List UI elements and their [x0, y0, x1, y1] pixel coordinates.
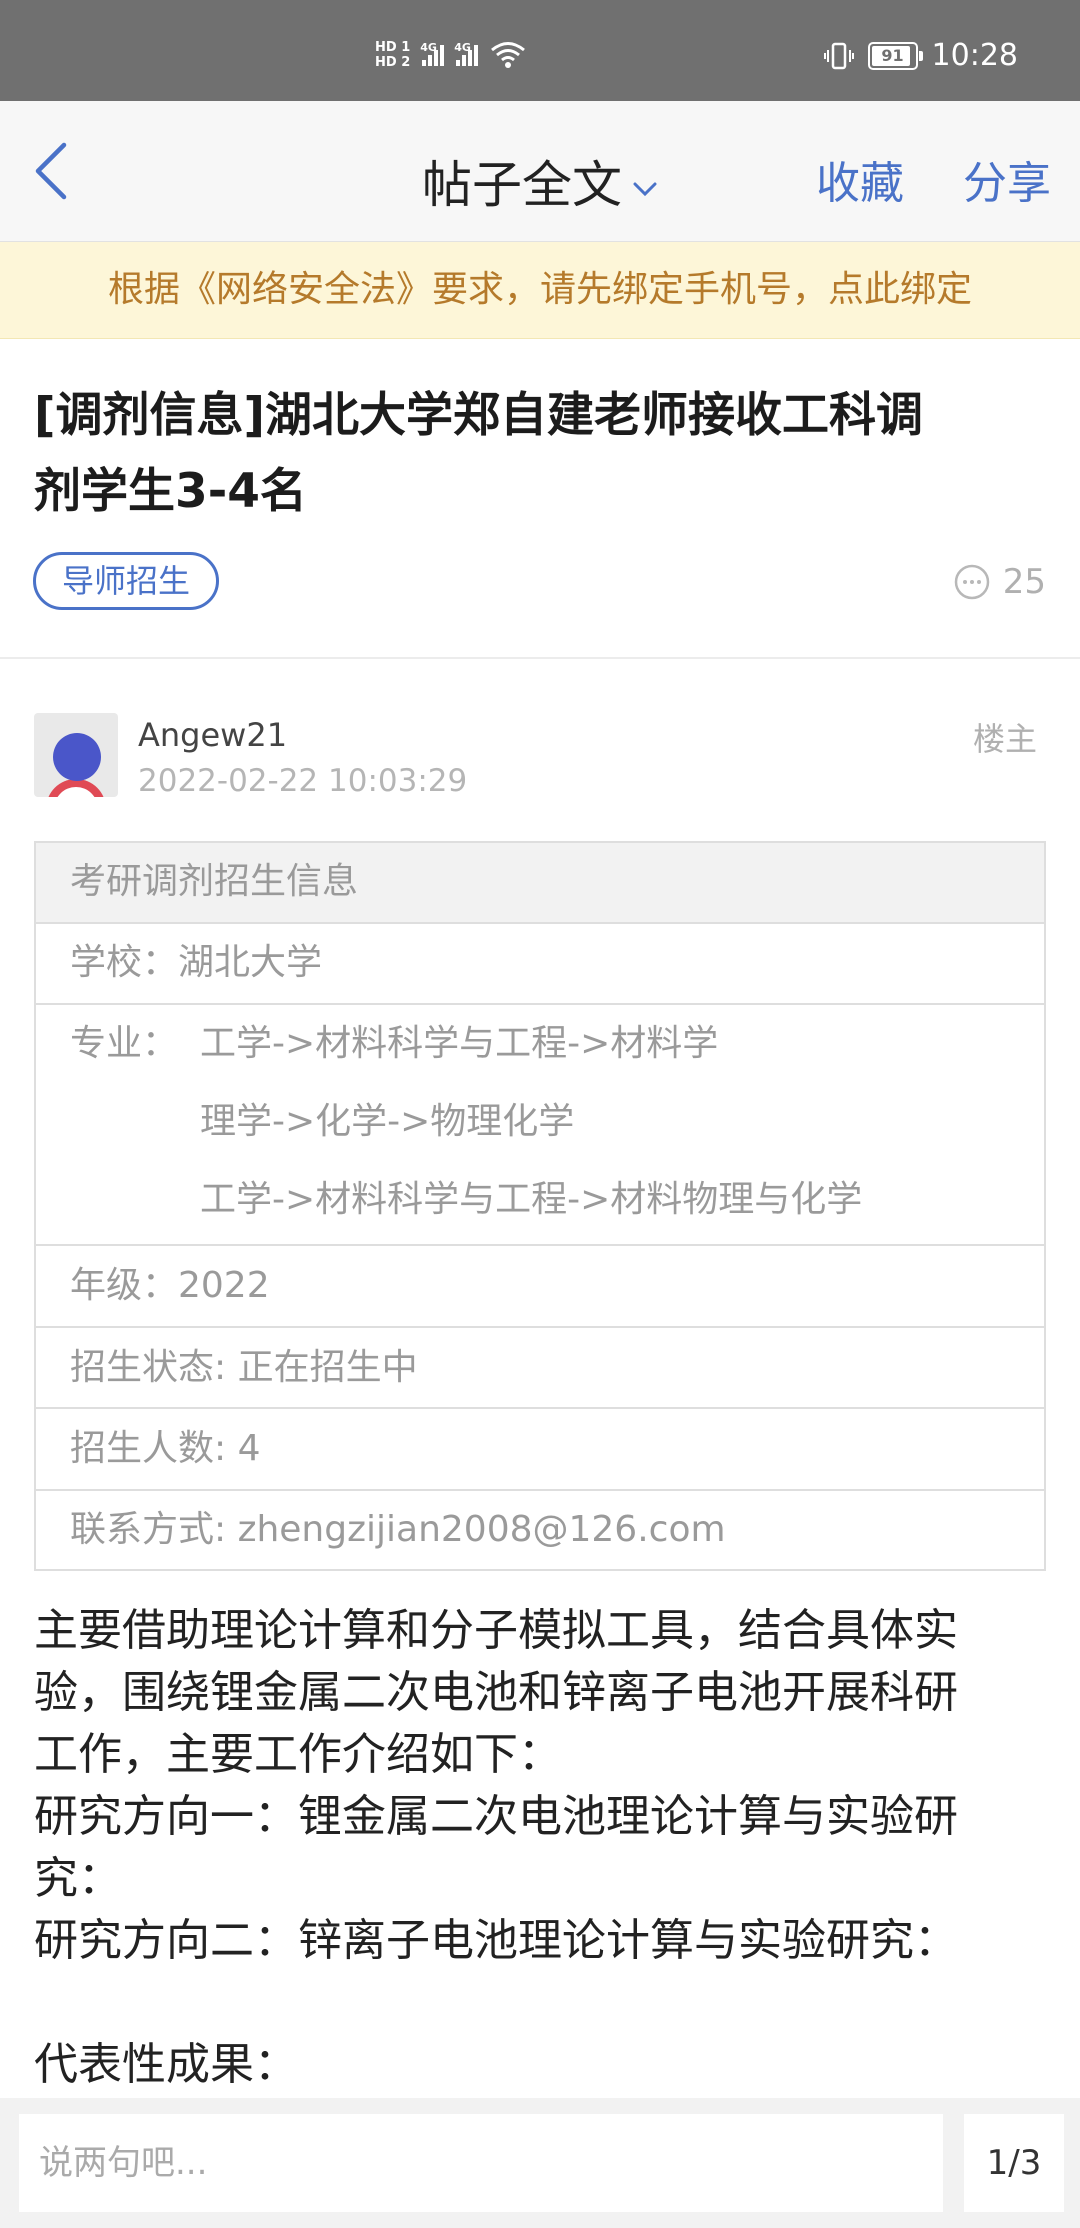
- hd-indicator: HD 1 HD 2: [375, 40, 410, 70]
- table-row-school: 学校：湖北大学: [36, 924, 1044, 1005]
- post-title: [调剂信息]湖北大学郑自建老师接收工科调 剂学生3-4名: [34, 378, 1044, 530]
- recruitment-info-table: 考研调剂招生信息 学校：湖北大学 专业： 工学->材料科学与工程->材料学 理学…: [34, 841, 1046, 1571]
- post-title-line-2: 剂学生3-4名: [34, 464, 307, 519]
- post-title-line-1: [调剂信息]湖北大学郑自建老师接收工科调: [34, 388, 923, 443]
- body-line-6: 研究方向二：锌离子电池理论计算与实验研究：: [34, 1915, 958, 1966]
- page-title-dropdown[interactable]: 帖子全文: [0, 145, 1080, 217]
- major-item-1: 工学->材料科学与工程->材料学: [200, 1023, 719, 1064]
- body-line-1: 主要借助理论计算和分子模拟工具，结合具体实: [34, 1605, 958, 1656]
- comment-icon: [954, 564, 989, 600]
- category-tag[interactable]: 导师招生: [33, 552, 219, 610]
- hd2-label: HD 2: [375, 55, 411, 70]
- network-type-2: 4G: [454, 40, 471, 54]
- school-text: 学校：湖北大学: [70, 942, 323, 983]
- table-row-contact: 联系方式: zhengzijian2008@126.com: [36, 1491, 1044, 1569]
- body-line-7: [34, 1972, 1049, 2034]
- network-type-1: 4G: [420, 40, 437, 54]
- clock: 10:28: [931, 38, 1018, 73]
- comment-input[interactable]: 说两句吧...: [19, 2114, 943, 2212]
- table-header: 考研调剂招生信息: [70, 861, 359, 902]
- comment-count: 25: [1002, 562, 1046, 602]
- status-bar: HD 1 HD 2 4G 4G 91 10:28: [0, 0, 1080, 101]
- favorite-button[interactable]: 收藏: [816, 147, 904, 211]
- major-item-2: 理学->化学->物理化学: [200, 1101, 575, 1142]
- vibrate-icon: [823, 42, 854, 69]
- battery-level: 91: [881, 46, 904, 65]
- body-line-2: 验，围绕锂金属二次电池和锌离子电池开展科研: [34, 1667, 958, 1718]
- hd1-label: HD 1: [375, 40, 411, 55]
- divider: [0, 657, 1080, 659]
- avatar-image: [48, 733, 104, 797]
- count-text: 招生人数: 4: [70, 1428, 261, 1469]
- signal-icon: 4G: [420, 41, 445, 66]
- table-row-major: 专业： 工学->材料科学与工程->材料学 理学->化学->物理化学 工学->材料…: [36, 1005, 1044, 1246]
- body-line-4: 研究方向一：锂金属二次电池理论计算与实验研: [34, 1791, 958, 1842]
- comment-count-group[interactable]: 25: [953, 562, 1046, 602]
- post-time: 2022-02-22 10:03:29: [138, 763, 468, 799]
- contact-text: 联系方式: zhengzijian2008@126.com: [70, 1509, 726, 1550]
- table-row-status: 招生状态: 正在招生中: [36, 1328, 1044, 1409]
- battery-icon: 91: [867, 41, 923, 70]
- page-title: 帖子全文: [422, 156, 622, 214]
- chevron-down-icon: [633, 182, 657, 196]
- major-list: 工学->材料科学与工程->材料学 理学->化学->物理化学 工学->材料科学与工…: [200, 1005, 862, 1239]
- share-button[interactable]: 分享: [963, 147, 1051, 211]
- signal-icon-2: 4G: [454, 41, 479, 66]
- major-label: 专业：: [70, 1023, 179, 1064]
- post-body: 主要借助理论计算和分子模拟工具，结合具体实 验，围绕锂金属二次电池和锌离子电池开…: [34, 1600, 1049, 2096]
- table-row-grade: 年级：2022: [36, 1246, 1044, 1328]
- avatar[interactable]: [34, 713, 118, 797]
- bind-phone-banner[interactable]: 根据《网络安全法》要求，请先绑定手机号，点此绑定: [0, 242, 1080, 339]
- table-row-count: 招生人数: 4: [36, 1409, 1044, 1491]
- nav-bar: 帖子全文 收藏 分享: [0, 101, 1080, 242]
- body-line-8: 代表性成果：: [34, 2039, 298, 2090]
- body-line-5: 究：: [34, 1853, 122, 1904]
- major-item-3: 工学->材料科学与工程->材料物理与化学: [200, 1179, 863, 1220]
- wifi-icon: [491, 42, 526, 68]
- author-role-label: 楼主: [972, 720, 1037, 758]
- signal-group: HD 1 HD 2 4G 4G: [375, 30, 526, 80]
- body-line-3: 工作，主要工作介绍如下：: [34, 1729, 562, 1780]
- author-name[interactable]: Angew21: [138, 716, 287, 754]
- status-text: 招生状态: 正在招生中: [70, 1347, 418, 1388]
- table-header-row: 考研调剂招生信息: [36, 843, 1044, 924]
- page-indicator[interactable]: 1/3: [964, 2114, 1064, 2212]
- grade-text: 年级：2022: [70, 1265, 270, 1306]
- bottom-bar: 说两句吧... 1/3: [0, 2098, 1080, 2228]
- status-right: 91 10:28: [823, 38, 1018, 73]
